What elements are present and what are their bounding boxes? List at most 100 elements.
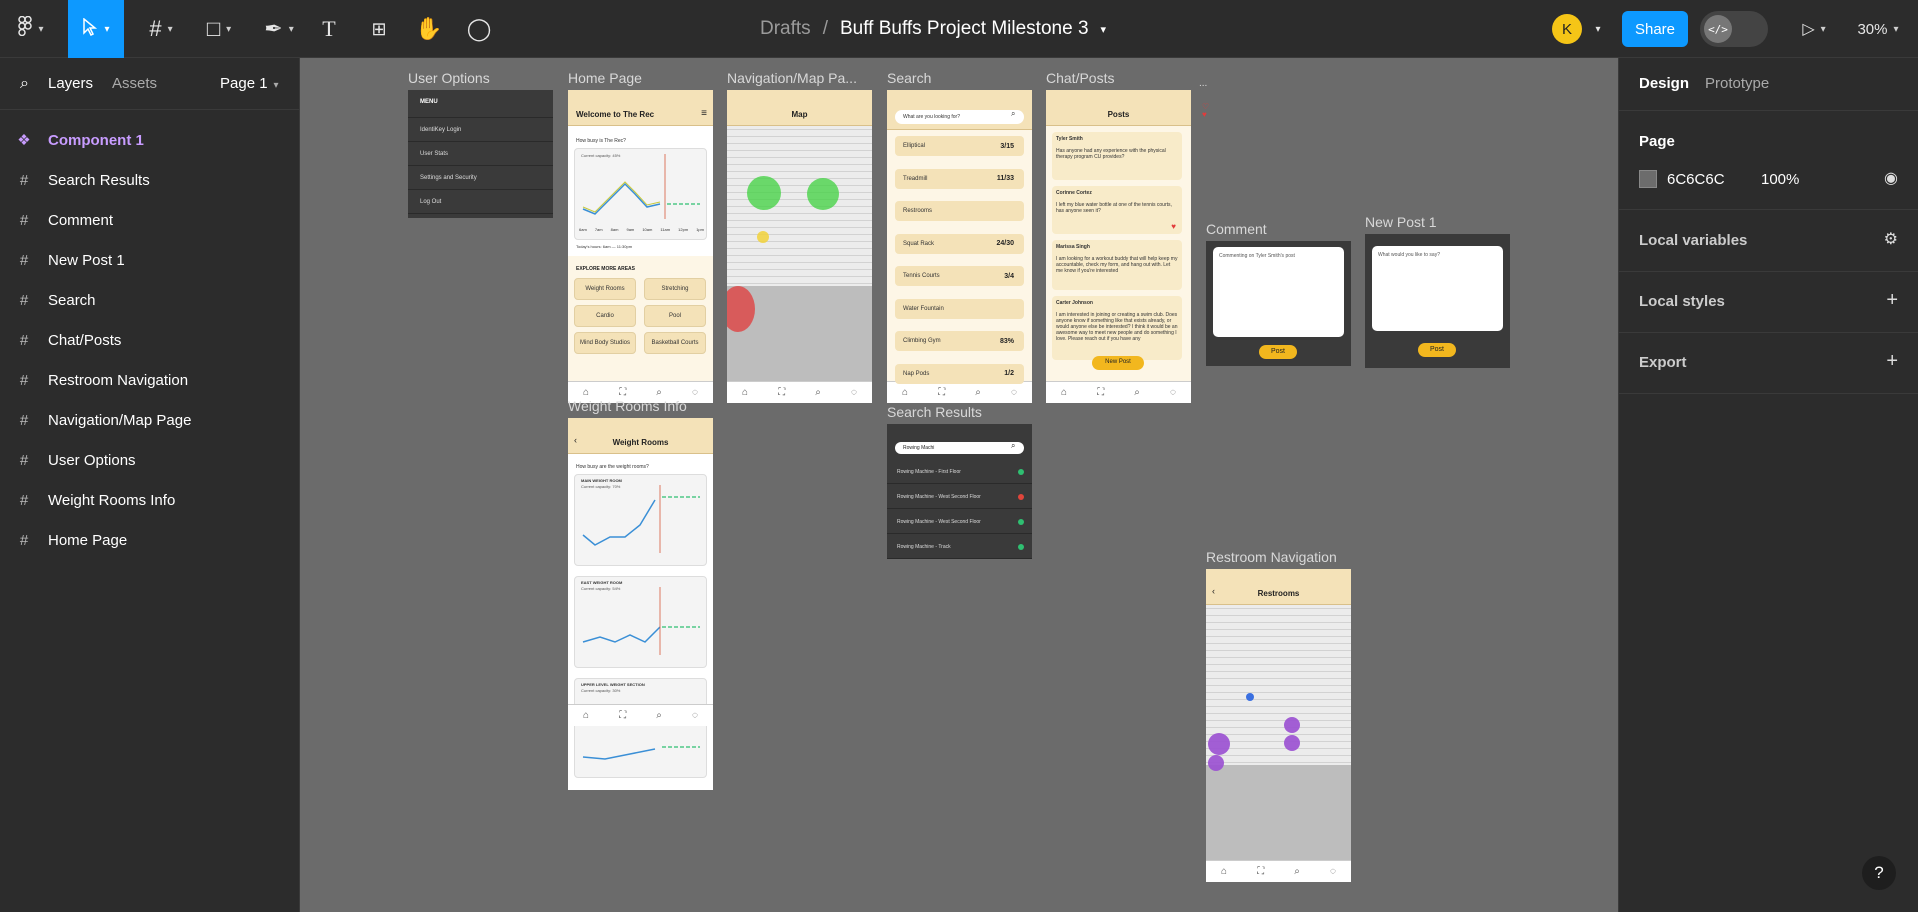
eye-icon[interactable]: ◉: [1884, 168, 1898, 188]
dev-mode-toggle[interactable]: </>: [1700, 11, 1768, 47]
menu-item[interactable]: Log Out: [408, 190, 553, 214]
frame-search-results[interactable]: Rowing Machi ⌕ Rowing Machine - First Fl…: [887, 424, 1032, 559]
frame-label-restroom[interactable]: Restroom Navigation: [1206, 549, 1337, 565]
map-icon[interactable]: ⛶: [1097, 387, 1104, 398]
layer-item[interactable]: # Home Page: [0, 520, 300, 560]
chevron-down-icon[interactable]: ▾: [1101, 23, 1107, 36]
layer-item[interactable]: ❖ Component 1: [0, 120, 300, 160]
frame-user-options[interactable]: MENU IdentiKey Login User Stats Settings…: [408, 90, 553, 218]
search-results-input[interactable]: Rowing Machi: [895, 442, 1024, 454]
frame-map-page[interactable]: Map ⌂ ⛶ ⌕ ◌: [727, 90, 872, 403]
text-tool-button[interactable]: T: [316, 0, 342, 58]
area-button[interactable]: Pool: [644, 305, 706, 327]
home-icon[interactable]: ⌂: [1061, 387, 1067, 398]
area-button[interactable]: Weight Rooms: [574, 278, 636, 300]
search-row[interactable]: Water Fountain: [895, 298, 1024, 319]
pen-tool-button[interactable]: ✒ ▾: [258, 0, 300, 58]
post-card[interactable]: Corinne Cortez I left my blue water bottl…: [1052, 186, 1182, 234]
new-post-button[interactable]: New Post: [1092, 356, 1144, 370]
home-icon[interactable]: ⌂: [1221, 866, 1227, 877]
result-row[interactable]: Rowing Machine - Track: [887, 535, 1032, 559]
page-selector[interactable]: Page 1 ▾: [220, 75, 279, 92]
page-color-swatch[interactable]: [1639, 170, 1657, 188]
layer-item[interactable]: # New Post 1: [0, 240, 300, 280]
result-row[interactable]: Rowing Machine - First Floor: [887, 460, 1032, 484]
zoom-dropdown[interactable]: 30% ▾: [1850, 0, 1906, 58]
share-button[interactable]: Share: [1622, 11, 1688, 47]
layer-item[interactable]: # Restroom Navigation: [0, 360, 300, 400]
frame-weight-rooms[interactable]: ‹ Weight Rooms How busy are the weight r…: [568, 418, 713, 790]
layer-item[interactable]: # User Options: [0, 440, 300, 480]
component-1-ellipsis[interactable]: ...: [1199, 78, 1207, 89]
search-row[interactable]: Nap Pods 1/2: [895, 363, 1024, 384]
frame-label-comment[interactable]: Comment: [1206, 221, 1267, 237]
post-button[interactable]: Post: [1259, 345, 1297, 359]
canvas[interactable]: User Options MENU IdentiKey Login User S…: [300, 58, 1618, 912]
page-color-value[interactable]: 6C6C6C: [1667, 171, 1725, 188]
layer-item[interactable]: # Weight Rooms Info: [0, 480, 300, 520]
present-button[interactable]: ▷ ▾: [1794, 0, 1834, 58]
chevron-down-icon[interactable]: ▾: [1588, 0, 1608, 58]
chat-icon[interactable]: ◌: [692, 387, 698, 398]
file-name[interactable]: Buff Buffs Project Milestone 3: [840, 18, 1089, 40]
search-icon[interactable]: ⌕: [656, 387, 662, 398]
heart-icon[interactable]: ♥: [1202, 110, 1207, 119]
area-button[interactable]: Basketball Courts: [644, 332, 706, 354]
search-row[interactable]: Tennis Courts 3/4: [895, 266, 1024, 286]
layer-item[interactable]: # Comment: [0, 200, 300, 240]
local-variables[interactable]: Local variables: [1639, 232, 1747, 249]
home-icon[interactable]: ⌂: [742, 387, 748, 398]
hamburger-icon[interactable]: ≡: [701, 108, 707, 119]
tab-assets[interactable]: Assets: [112, 75, 157, 92]
frame-new-post[interactable]: What would you like to say? Post: [1365, 234, 1510, 368]
tab-layers[interactable]: Layers: [48, 75, 93, 92]
frame-label-chat[interactable]: Chat/Posts: [1046, 70, 1114, 86]
search-row[interactable]: Elliptical 3/15: [895, 136, 1024, 156]
layer-item[interactable]: # Navigation/Map Page: [0, 400, 300, 440]
frame-label-weight[interactable]: Weight Rooms Info: [568, 398, 687, 414]
layer-item[interactable]: # Search: [0, 280, 300, 320]
result-row[interactable]: Rowing Machine - West Second Floor: [887, 485, 1032, 509]
hand-tool-button[interactable]: ✋: [415, 0, 442, 58]
variables-icon[interactable]: ⚙: [1884, 229, 1898, 249]
layer-item[interactable]: # Chat/Posts: [0, 320, 300, 360]
search-layers-icon[interactable]: ⌕: [20, 75, 29, 93]
frame-label-search[interactable]: Search: [887, 70, 931, 86]
home-icon[interactable]: ⌂: [583, 710, 589, 721]
home-icon[interactable]: ⌂: [902, 387, 908, 398]
search-row[interactable]: Restrooms: [895, 201, 1024, 221]
frame-label-home[interactable]: Home Page: [568, 70, 642, 86]
search-row[interactable]: Squat Rack 24/30: [895, 233, 1024, 254]
post-card[interactable]: Tyler Smith Has anyone had any experience…: [1052, 132, 1182, 180]
plus-icon[interactable]: +: [1886, 350, 1898, 373]
result-row[interactable]: Rowing Machine - West Second Floor: [887, 510, 1032, 534]
menu-item[interactable]: Settings and Security: [408, 166, 553, 190]
restroom-marker[interactable]: [1208, 755, 1224, 771]
chat-icon[interactable]: ◌: [1011, 387, 1017, 398]
frame-restroom-navigation[interactable]: ‹ Restrooms ⌂ ⛶ ⌕ ◌: [1206, 569, 1351, 882]
map-icon[interactable]: ⛶: [619, 710, 626, 721]
breadcrumb-drafts[interactable]: Drafts: [760, 18, 811, 40]
frame-search[interactable]: What are you looking for? ⌕ ⌂ ⛶ ⌕ ◌ Ellipti…: [887, 90, 1032, 403]
export-section[interactable]: Export: [1639, 354, 1687, 371]
post-button[interactable]: Post: [1418, 343, 1456, 357]
search-icon[interactable]: ⌕: [1294, 866, 1300, 877]
post-card[interactable]: Carter Johnson I am interested in joining…: [1052, 296, 1182, 360]
map-icon[interactable]: ⛶: [938, 387, 945, 398]
menu-item[interactable]: IdentiKey Login: [408, 118, 553, 142]
help-button[interactable]: ?: [1862, 856, 1896, 890]
search-icon[interactable]: ⌕: [815, 387, 821, 398]
restroom-marker[interactable]: [1284, 717, 1300, 733]
chat-icon[interactable]: ◌: [1170, 387, 1176, 398]
restroom-marker[interactable]: [1284, 735, 1300, 751]
map-icon[interactable]: ⛶: [619, 387, 626, 398]
chat-icon[interactable]: ◌: [851, 387, 857, 398]
heart-icon[interactable]: ♥: [1171, 222, 1176, 231]
area-button[interactable]: Cardio: [574, 305, 636, 327]
frame-label-map[interactable]: Navigation/Map Pa...: [727, 70, 857, 86]
avatar[interactable]: K: [1552, 14, 1582, 44]
area-button[interactable]: Mind Body Studios: [574, 332, 636, 354]
frame-chat-posts[interactable]: Posts Tyler Smith Has anyone had any expe…: [1046, 90, 1191, 403]
restroom-marker[interactable]: [1208, 733, 1230, 755]
map-icon[interactable]: ⛶: [778, 387, 785, 398]
